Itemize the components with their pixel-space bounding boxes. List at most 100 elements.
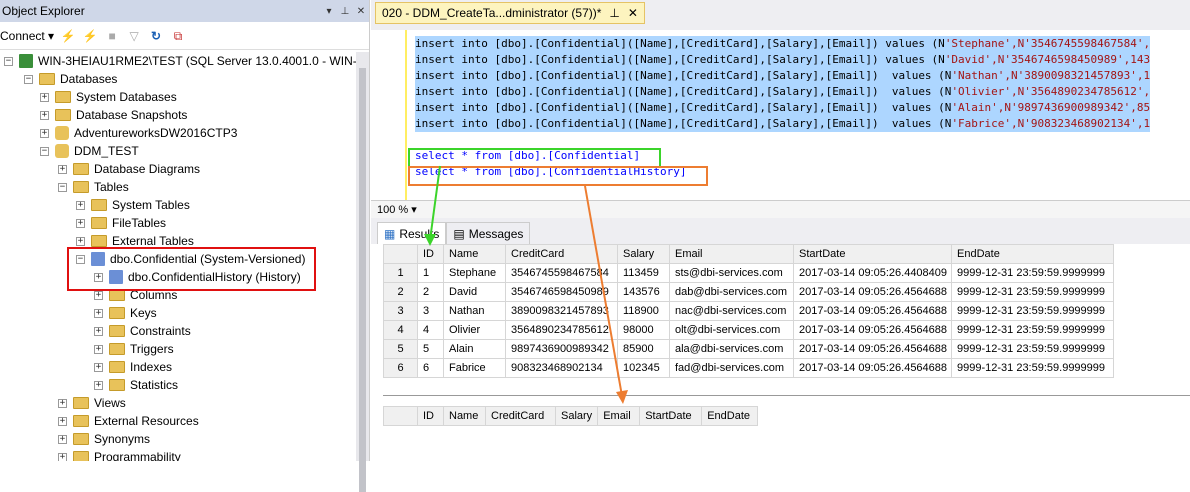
table-cell[interactable]: sts@dbi-services.com	[669, 263, 794, 283]
table-cell[interactable]: Alain	[443, 339, 506, 359]
table-cell[interactable]: 9999-12-31 23:59:59.9999999	[951, 263, 1114, 283]
results-grid-1[interactable]: ID Name CreditCard Salary Email StartDate EndD…	[383, 244, 1114, 378]
expand-icon[interactable]: +	[94, 290, 103, 300]
code-line-insert[interactable]: insert into [dbo].[Confidential]([Name],…	[415, 52, 1151, 68]
table-cell[interactable]: dab@dbi-services.com	[669, 282, 794, 302]
dropdown-icon[interactable]: ▾	[321, 6, 337, 17]
grid-corner[interactable]	[383, 244, 418, 264]
refresh-icon[interactable]: ↻	[148, 28, 164, 44]
expand-icon[interactable]: +	[58, 416, 67, 426]
code-line-insert[interactable]: insert into [dbo].[Confidential]([Name],…	[415, 100, 1151, 116]
table-cell[interactable]: 118900	[617, 301, 670, 321]
table-row[interactable]: 4 4 Olivier 3564890234785612 98000 olt@dbi-se…	[383, 320, 1114, 340]
row-number[interactable]: 3	[383, 301, 418, 321]
pin-icon[interactable]: ⊥	[609, 6, 619, 20]
tree-node[interactable]: − DDM_TEST	[40, 142, 139, 160]
table-cell[interactable]: 3	[417, 301, 444, 321]
row-number[interactable]: 6	[383, 358, 418, 378]
tab-results[interactable]: ▦ Results	[377, 222, 447, 244]
expand-icon[interactable]: +	[94, 344, 103, 354]
table-cell[interactable]: 2	[417, 282, 444, 302]
table-cell[interactable]: 2017-03-14 09:05:26.4564688	[793, 358, 952, 378]
expand-icon[interactable]: +	[40, 110, 49, 120]
table-cell[interactable]: 98000	[617, 320, 670, 340]
table-cell[interactable]: Fabrice	[443, 358, 506, 378]
table-cell[interactable]: 3546745598467584	[505, 263, 618, 283]
tree-node[interactable]: + Views	[58, 394, 126, 412]
row-number[interactable]: 4	[383, 320, 418, 340]
grid-column-header[interactable]: StartDate	[639, 406, 703, 426]
tree-node[interactable]: + Keys	[94, 304, 157, 322]
expand-icon[interactable]: +	[94, 326, 103, 336]
table-cell[interactable]: 9999-12-31 23:59:59.9999999	[951, 301, 1114, 321]
table-cell[interactable]: 3890098321457893	[505, 301, 618, 321]
table-row[interactable]: 6 6 Fabrice 908323468902134 102345 fad@dbi-se…	[383, 358, 1114, 378]
tree-node[interactable]: + System Tables	[76, 196, 190, 214]
collapse-icon[interactable]: −	[58, 182, 67, 192]
tree-node[interactable]: + Triggers	[94, 340, 174, 358]
expand-icon[interactable]: +	[58, 434, 67, 444]
table-cell[interactable]: 85900	[617, 339, 670, 359]
grid-column-header[interactable]: EndDate	[701, 406, 759, 426]
grid-column-header[interactable]: StartDate	[793, 244, 952, 264]
grid-column-header[interactable]: Email	[669, 244, 794, 264]
query-tab-title[interactable]: 020 - DDM_CreateTa...dministrator (57))*	[382, 6, 601, 20]
expand-icon[interactable]: +	[40, 92, 49, 102]
disconnect-icon[interactable]: ⚡	[82, 28, 98, 44]
pin-icon[interactable]: ⊥	[337, 6, 353, 17]
grid-column-header[interactable]: Salary	[554, 406, 599, 426]
table-cell[interactable]: 908323468902134	[505, 358, 618, 378]
grid-column-header[interactable]: ID	[417, 406, 444, 426]
close-icon[interactable]: ✕	[628, 6, 638, 20]
table-cell[interactable]: fad@dbi-services.com	[669, 358, 794, 378]
table-row[interactable]: 2 2 David 3546746598450989 143576 dab@dbi-ser…	[383, 282, 1114, 302]
table-cell[interactable]: Stephane	[443, 263, 506, 283]
table-cell[interactable]: 5	[417, 339, 444, 359]
connect-button[interactable]: Connect ▾	[0, 29, 54, 43]
expand-icon[interactable]: +	[40, 128, 49, 138]
table-cell[interactable]: 2017-03-14 09:05:26.4564688	[793, 301, 952, 321]
tree-node[interactable]: + Database Diagrams	[58, 160, 200, 178]
tree-node[interactable]: + FileTables	[76, 214, 166, 232]
grid-column-header[interactable]: EndDate	[951, 244, 1114, 264]
expand-icon[interactable]: +	[76, 218, 85, 228]
tree-node[interactable]: + Indexes	[94, 358, 172, 376]
table-row[interactable]: 5 5 Alain 9897436900989342 85900 ala@dbi-serv…	[383, 339, 1114, 359]
expand-icon[interactable]: +	[76, 236, 85, 246]
grid-column-header[interactable]: Name	[443, 244, 506, 264]
expand-icon[interactable]: +	[76, 200, 85, 210]
code-line-insert[interactable]: insert into [dbo].[Confidential]([Name],…	[415, 68, 1151, 84]
close-icon[interactable]: ✕	[353, 6, 369, 17]
row-number[interactable]: 2	[383, 282, 418, 302]
tree-node[interactable]: + External Resources	[58, 412, 199, 430]
table-cell[interactable]: 102345	[617, 358, 670, 378]
table-cell[interactable]: 1	[417, 263, 444, 283]
table-cell[interactable]: 2017-03-14 09:05:26.4564688	[793, 339, 952, 359]
table-cell[interactable]: 3546746598450989	[505, 282, 618, 302]
table-cell[interactable]: olt@dbi-services.com	[669, 320, 794, 340]
expand-icon[interactable]: +	[94, 308, 103, 318]
tree-node[interactable]: + Synonyms	[58, 430, 150, 448]
filter-icon[interactable]: ▽	[126, 28, 142, 44]
grid-column-header[interactable]: ID	[417, 244, 444, 264]
table-cell[interactable]: Nathan	[443, 301, 506, 321]
query-tab[interactable]: 020 - DDM_CreateTa...dministrator (57))*…	[375, 2, 645, 24]
collapse-icon[interactable]: −	[24, 74, 33, 84]
collapse-icon[interactable]: −	[4, 56, 13, 66]
code-line-insert[interactable]: insert into [dbo].[Confidential]([Name],…	[415, 36, 1151, 52]
table-cell[interactable]: 143576	[617, 282, 670, 302]
tree-node[interactable]: + AdventureworksDW2016CTP3	[40, 124, 237, 142]
scrollbar-thumb[interactable]	[359, 68, 366, 492]
collapse-icon[interactable]: −	[40, 146, 49, 156]
table-cell[interactable]: 9897436900989342	[505, 339, 618, 359]
tree-node[interactable]: + Statistics	[94, 376, 178, 394]
row-number[interactable]: 1	[383, 263, 418, 283]
table-cell[interactable]: 3564890234785612	[505, 320, 618, 340]
tree-node[interactable]: + Programmability	[58, 448, 181, 461]
expand-icon[interactable]: +	[94, 380, 103, 390]
expand-icon[interactable]: +	[58, 398, 67, 408]
table-row[interactable]: 3 3 Nathan 3890098321457893 118900 nac@dbi-se…	[383, 301, 1114, 321]
tree-node[interactable]: − WIN-3HEIAU1RME2\TEST (SQL Server 13.0.4…	[4, 52, 356, 70]
table-cell[interactable]: ala@dbi-services.com	[669, 339, 794, 359]
tree-node[interactable]: + System Databases	[40, 88, 177, 106]
